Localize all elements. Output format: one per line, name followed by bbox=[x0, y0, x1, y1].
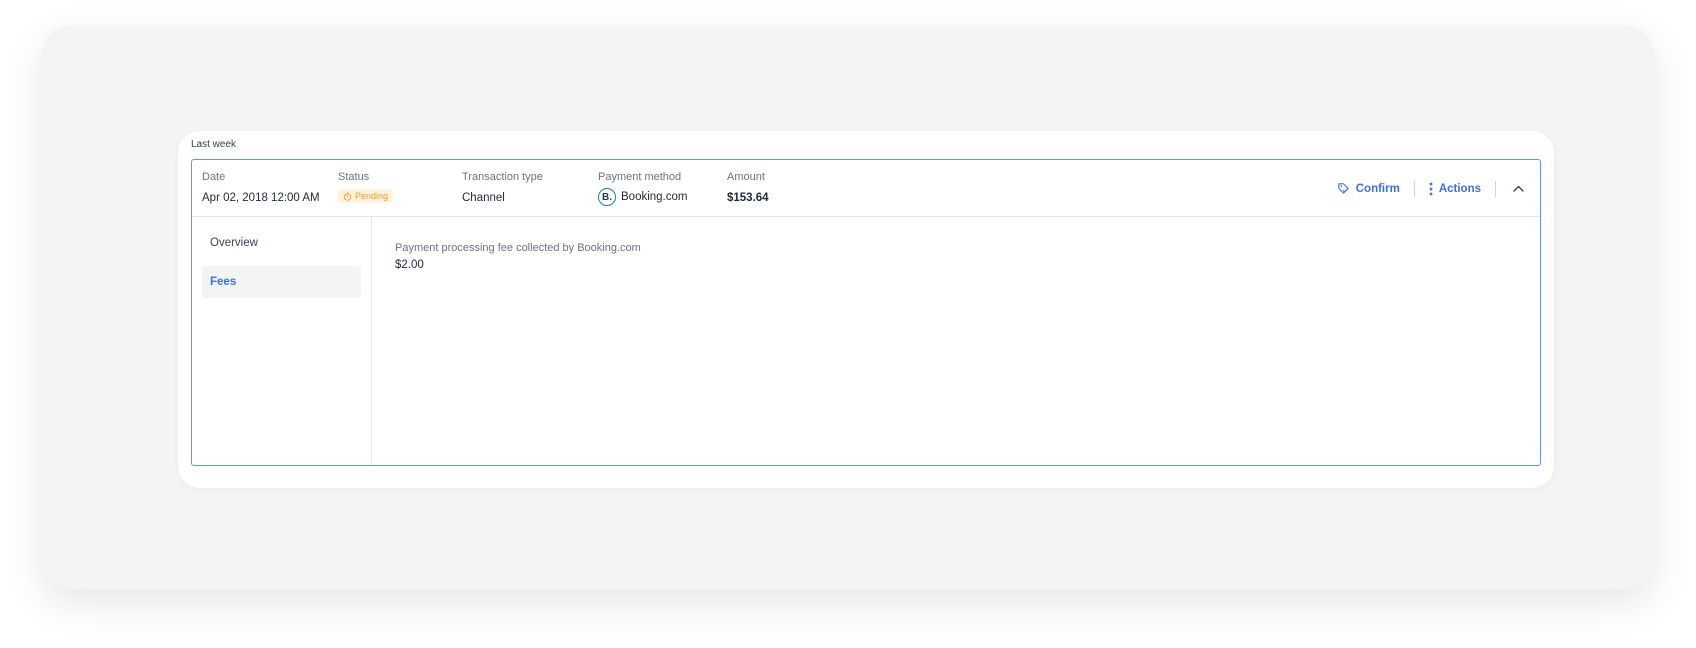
payment-method-field: Payment method B. Booking.com bbox=[598, 170, 687, 206]
timer-icon bbox=[343, 191, 352, 201]
chevron-up-icon bbox=[1512, 185, 1524, 192]
amount-label: Amount bbox=[727, 171, 765, 183]
date-label: Date bbox=[202, 171, 226, 183]
transaction-type-field: Transaction type Channel bbox=[462, 170, 543, 206]
status-field: Status Pending bbox=[338, 170, 394, 206]
fees-content: Payment processing fee collected by Book… bbox=[395, 242, 641, 271]
booking-logo-icon: B. bbox=[598, 188, 616, 206]
actions-button[interactable]: Actions bbox=[1415, 182, 1495, 196]
transaction-header[interactable]: Date Apr 02, 2018 12:00 AM Status Pendin… bbox=[192, 160, 1540, 217]
confirm-label: Confirm bbox=[1355, 182, 1400, 195]
fee-value: $2.00 bbox=[395, 259, 424, 271]
status-badge: Pending bbox=[338, 189, 394, 203]
kebab-menu-icon bbox=[1429, 182, 1433, 195]
date-field: Date Apr 02, 2018 12:00 AM bbox=[202, 170, 320, 206]
payment-method: B. Booking.com bbox=[598, 188, 687, 206]
payment-method-value: Booking.com bbox=[621, 191, 688, 203]
sidebar-item-fees[interactable]: Fees bbox=[202, 266, 361, 298]
status-value: Pending bbox=[355, 191, 389, 201]
sidebar-item-label: Fees bbox=[210, 276, 237, 288]
header-actions: Confirm Actions bbox=[1323, 160, 1540, 217]
sidebar-item-label: Overview bbox=[210, 237, 258, 249]
detail-sidebar: Overview Fees bbox=[192, 217, 372, 465]
confirm-button[interactable]: Confirm bbox=[1323, 182, 1414, 195]
sidebar-item-overview[interactable]: Overview bbox=[202, 227, 361, 259]
transactions-card: Last week Date Apr 02, 2018 12:00 AM Sta… bbox=[178, 131, 1554, 488]
group-label: Last week bbox=[191, 139, 237, 150]
transaction-panel: Date Apr 02, 2018 12:00 AM Status Pendin… bbox=[191, 159, 1541, 466]
fee-label: Payment processing fee collected by Book… bbox=[395, 242, 641, 254]
tag-check-icon bbox=[1338, 183, 1349, 194]
transaction-type-value: Channel bbox=[462, 192, 505, 204]
transaction-type-label: Transaction type bbox=[462, 171, 543, 183]
payment-method-label: Payment method bbox=[598, 171, 682, 183]
actions-label: Actions bbox=[1438, 182, 1481, 195]
amount-field: Amount $153.64 bbox=[727, 170, 769, 206]
collapse-button[interactable] bbox=[1496, 185, 1540, 192]
date-value: Apr 02, 2018 12:00 AM bbox=[202, 192, 320, 204]
status-label: Status bbox=[338, 171, 370, 183]
amount-value: $153.64 bbox=[727, 192, 769, 204]
